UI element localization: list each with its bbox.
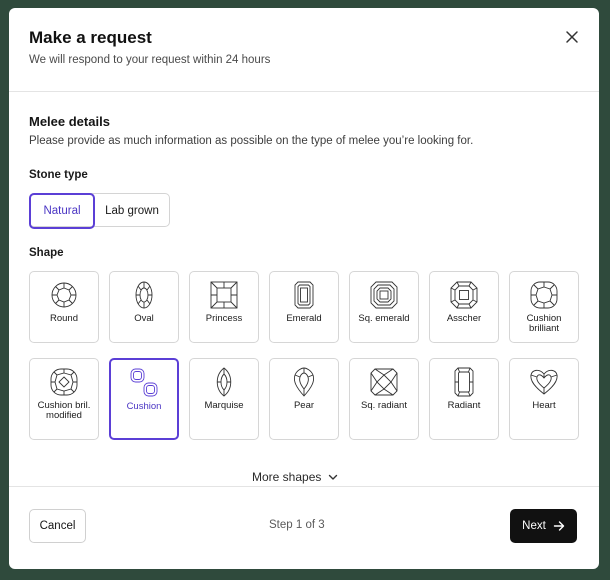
shape-tile-sq-radiant[interactable]: Sq. radiant [349,358,419,440]
heart-diamond-icon [530,369,558,395]
shape-name: Round [50,313,78,324]
cushion-brilliant-diamond-icon [530,281,558,309]
asscher-diamond-icon [450,281,478,309]
square-radiant-diamond-icon [370,368,398,396]
emerald-diamond-icon [294,281,314,309]
shape-label: Shape [29,247,64,259]
shape-name: Pear [293,400,315,411]
shape-name: Cushion bril. modified [37,400,91,421]
next-button[interactable]: Next [510,509,577,543]
shape-tile-sq-emerald[interactable]: Sq. emerald [349,271,419,343]
shape-tile-round[interactable]: Round [29,271,99,343]
stone-type-natural[interactable]: Natural [29,193,95,229]
shape-tile-radiant[interactable]: Radiant [429,358,499,440]
shape-tile-cushion[interactable]: Cushion [109,358,179,440]
shape-tile-asscher[interactable]: Asscher [429,271,499,343]
close-icon[interactable] [563,28,581,46]
stone-type-lab-grown[interactable]: Lab grown [95,194,169,228]
stone-type-toggle: Natural Lab grown [29,193,170,229]
shape-tile-heart[interactable]: Heart [509,358,579,440]
radiant-diamond-icon [454,367,474,397]
more-shapes-button[interactable]: More shapes [252,470,339,484]
more-shapes-label: More shapes [252,470,322,484]
shape-name: Cushion brilliant [526,313,562,334]
shape-tile-oval[interactable]: Oval [109,271,179,343]
shape-name: Sq. emerald [358,313,410,324]
modal-subtitle: We will respond to your request within 2… [29,54,271,66]
step-indicator: Step 1 of 3 [269,519,325,531]
shape-tile-pear[interactable]: Pear [269,358,339,440]
section-title: Melee details [29,114,110,129]
shape-tile-princess[interactable]: Princess [189,271,259,343]
princess-diamond-icon [210,281,238,309]
cushion-diamond-icon [130,368,158,397]
square-emerald-diamond-icon [370,281,398,309]
cancel-button[interactable]: Cancel [29,509,86,543]
shape-tile-cushion-brilliant[interactable]: Cushion brilliant [509,271,579,343]
shape-tile-marquise[interactable]: Marquise [189,358,259,440]
shape-tile-cushion-modified[interactable]: Cushion bril. modified [29,358,99,440]
oval-diamond-icon [135,281,153,309]
shape-tile-emerald[interactable]: Emerald [269,271,339,343]
shape-name: Marquise [204,400,244,411]
shape-name: Princess [205,313,243,324]
shape-name: Oval [134,313,154,324]
modal-footer: Cancel Step 1 of 3 Next [9,486,599,569]
shape-name: Sq. radiant [361,400,407,411]
modal-header: Make a request We will respond to your r… [9,8,599,92]
round-diamond-icon [51,282,77,308]
shape-name: Cushion [126,401,162,412]
pear-diamond-icon [293,367,315,397]
chevron-down-icon [329,474,338,480]
arrow-right-icon [553,521,565,531]
shape-name: Radiant [447,400,481,411]
shape-name: Asscher [446,313,482,324]
request-modal: Make a request We will respond to your r… [9,8,599,569]
shape-name: Emerald [286,313,322,324]
section-description: Please provide as much information as po… [29,135,474,147]
shape-name: Heart [532,400,556,411]
next-label: Next [522,520,546,532]
modal-title: Make a request [29,28,152,47]
stone-type-label: Stone type [29,169,88,181]
marquise-diamond-icon [216,367,232,397]
cushion-modified-diamond-icon [50,368,78,396]
